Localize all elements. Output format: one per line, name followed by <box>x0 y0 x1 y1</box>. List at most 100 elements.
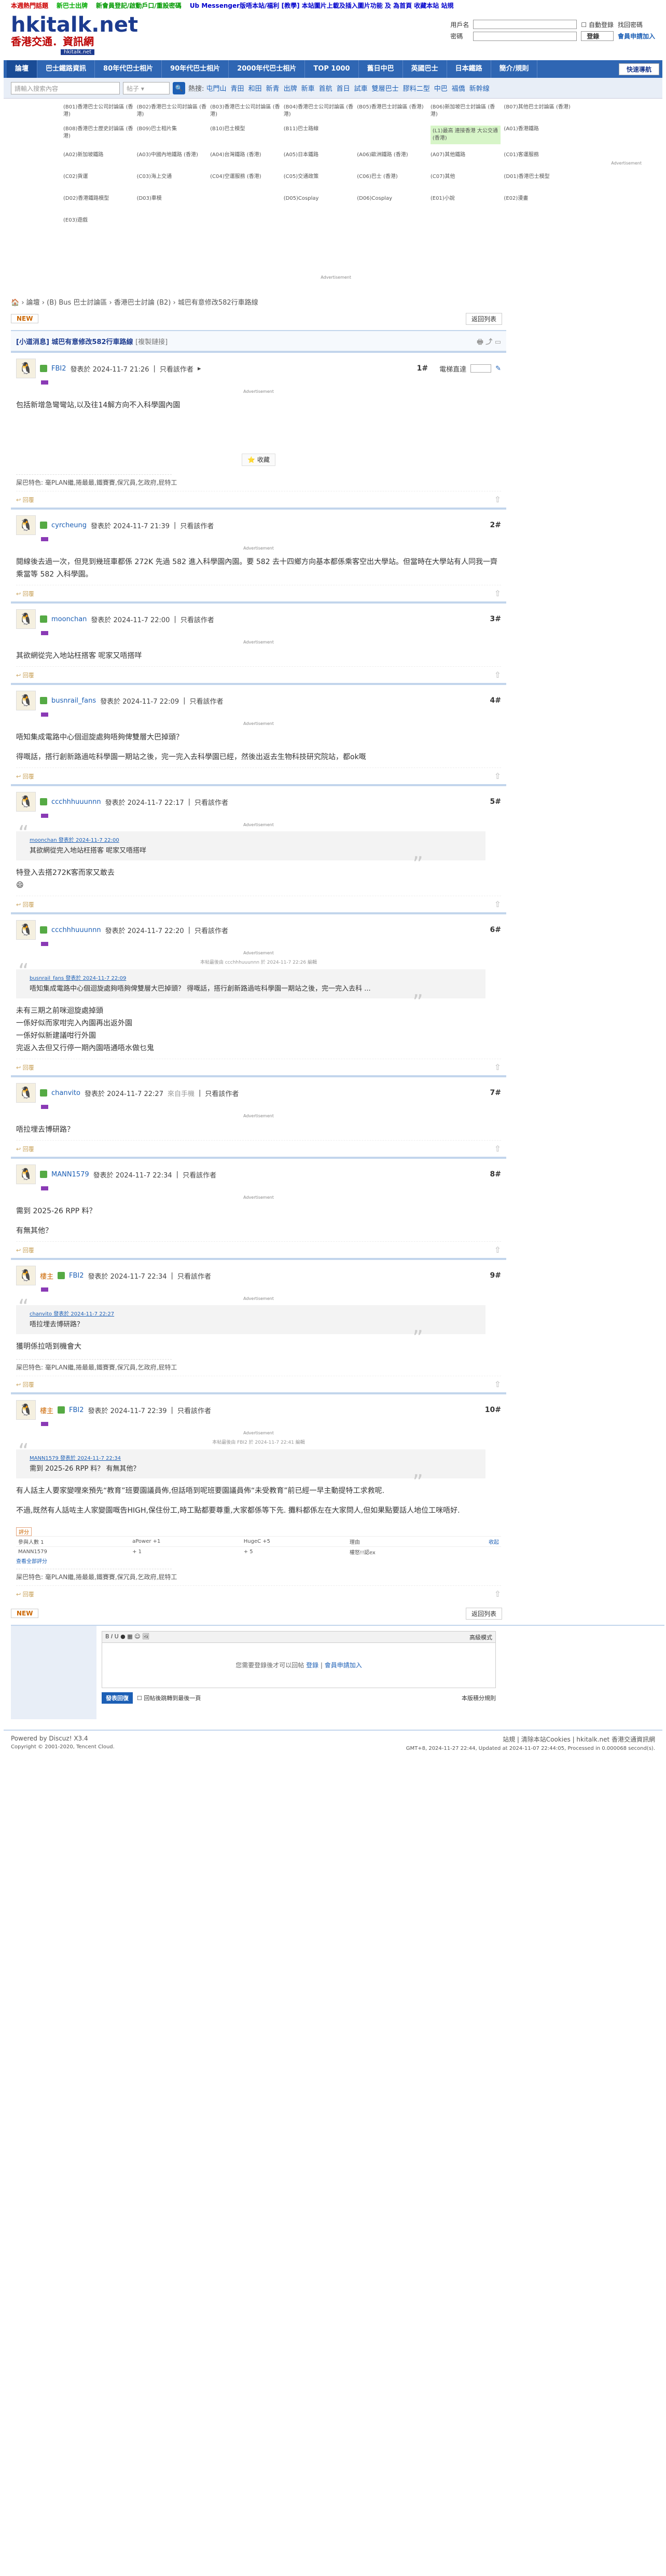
top-arrow-icon[interactable]: ⇧ <box>494 771 501 781</box>
avatar[interactable]: 🐧 <box>16 515 36 535</box>
logo[interactable]: hkitalk.net 香港交通．資訊網 hkitalk.net <box>11 15 138 55</box>
nav-2000s-photos[interactable]: 2000年代巴士相片 <box>229 60 306 78</box>
nav-bus-rail-info[interactable]: 巴士鐵路資訊 <box>37 60 95 78</box>
post-author[interactable]: moonchan <box>51 615 87 623</box>
post-number[interactable]: 4# <box>490 696 501 705</box>
only-author-link[interactable]: 只看該作者 <box>183 1170 216 1180</box>
hot-link[interactable]: 新青 <box>266 85 280 93</box>
forum-link[interactable]: (E02)漫畫 <box>504 195 574 210</box>
avatar[interactable]: 🐧 <box>16 609 36 629</box>
copy-link[interactable]: [複製鏈接] <box>135 338 168 346</box>
nav-japan-rail[interactable]: 日本鐵路 <box>447 60 491 78</box>
post-author[interactable]: cyrcheung <box>51 522 87 529</box>
post-number[interactable]: 5# <box>490 798 501 806</box>
only-author-link[interactable]: 只看該作者 <box>195 797 228 807</box>
back-to-list-button[interactable]: 返回列表 <box>465 1607 502 1620</box>
favorite-button[interactable]: ⭐ 收藏 <box>242 454 275 466</box>
forum-link[interactable]: (D02)香港鐵路模型 <box>63 195 134 210</box>
hint-login-link[interactable]: 登錄 <box>306 1662 318 1669</box>
post-number[interactable]: 8# <box>490 1170 501 1179</box>
avatar[interactable]: 🐧 <box>16 1266 36 1285</box>
more-icon[interactable]: ▸ <box>198 365 201 373</box>
hot-link[interactable]: 出牌 <box>284 85 297 93</box>
forum-link[interactable]: (E03)遊戲 <box>63 217 134 231</box>
hot-link[interactable]: 新幹線 <box>469 85 490 93</box>
hot-link[interactable]: 雙層巴士 <box>372 85 399 93</box>
forum-link[interactable]: (A02)新加坡鐵路 <box>63 152 134 166</box>
forum-link[interactable]: (D01)香港巴士模型 <box>504 173 574 188</box>
forum-link[interactable]: (D03)車模 <box>137 195 207 210</box>
top-arrow-icon[interactable]: ⇧ <box>494 1144 501 1154</box>
hot-link[interactable]: 福僑 <box>452 85 465 93</box>
floor-jump-input[interactable] <box>470 364 492 373</box>
avatar[interactable]: 🐧 <box>16 792 36 812</box>
reply-link[interactable]: ↩ 回覆 <box>16 590 34 598</box>
forum-link[interactable]: (B09)巴士相片集 <box>137 126 207 144</box>
top-arrow-icon[interactable]: ⇧ <box>494 1379 501 1389</box>
reply-link[interactable]: ↩ 回覆 <box>16 772 34 780</box>
only-author-link[interactable]: 只看該作者 <box>180 520 214 530</box>
reply-link[interactable]: ↩ 回覆 <box>16 1380 34 1389</box>
reply-editor[interactable]: B 𝐼 U ● ▦ ☺ 🖼 高級模式 您需要登錄後才可以回帖 登錄 | 會員申請加… <box>102 1631 496 1688</box>
post-author[interactable]: FBI2 <box>69 1406 84 1414</box>
hot-link[interactable]: 試車 <box>354 85 368 93</box>
forum-link[interactable]: (B11)巴士路線 <box>284 126 354 144</box>
only-author-link[interactable]: 只看該作者 <box>205 1088 239 1098</box>
submit-reply-button[interactable]: 發表回復 <box>102 1692 133 1704</box>
top-arrow-icon[interactable]: ⇧ <box>494 1589 501 1599</box>
reply-link[interactable]: ↩ 回覆 <box>16 1246 34 1254</box>
post-author[interactable]: FBI2 <box>69 1272 84 1280</box>
hot-link[interactable]: 和田 <box>248 85 262 93</box>
forum-link[interactable]: (B10)巴士模型 <box>210 126 281 144</box>
search-input[interactable]: 請輸入搜索內容 <box>11 81 120 94</box>
post-author[interactable]: ccchhhuuunnn <box>51 926 101 934</box>
top-arrow-icon[interactable]: ⇧ <box>494 588 501 598</box>
quote-meta[interactable]: moonchan 發表於 2024-11-7 22:00 <box>30 835 472 846</box>
only-author-link[interactable]: 只看該作者 <box>190 696 224 706</box>
forum-link[interactable]: (B07)其他巴士討論區 (香港) <box>504 104 574 118</box>
search-icon[interactable]: 🔍 <box>173 81 185 94</box>
post-author[interactable]: FBI2 <box>51 365 66 373</box>
nav-90s-photos[interactable]: 90年代巴士相片 <box>162 60 229 78</box>
register-link[interactable]: 會員申請加入 <box>618 32 655 40</box>
announce-new-bus[interactable]: 新巴士出牌 <box>57 1 88 10</box>
back-to-list-button[interactable]: 返回列表 <box>465 312 502 325</box>
forum-link[interactable]: (D06)Cosplay <box>357 195 427 210</box>
home-icon[interactable]: 🏠 <box>11 299 19 307</box>
quote-meta[interactable]: busnrail_fans 發表於 2024-11-7 22:09 <box>30 974 472 984</box>
reply-link[interactable]: ↩ 回覆 <box>16 900 34 909</box>
hot-link[interactable]: 膠料二型 <box>403 85 430 93</box>
advanced-mode-link[interactable]: 高級模式 <box>469 1633 492 1641</box>
crumb-forum[interactable]: 論壇 <box>26 299 40 307</box>
forum-link[interactable]: (C01)客運服務 <box>504 152 574 166</box>
username-input[interactable] <box>473 20 577 29</box>
quote-meta[interactable]: MANN1579 發表於 2024-11-7 22:34 <box>30 1454 472 1464</box>
forgot-password-link[interactable]: 找回密碼 <box>618 20 655 29</box>
password-input[interactable] <box>473 31 577 41</box>
crumb-bus[interactable]: (B) Bus 巴士討論區 <box>47 299 107 307</box>
announce-messenger[interactable]: Ub Messenger版唔本站/福利 [教學] 本站圖片上載及插入圖片功能 及… <box>190 1 454 10</box>
forum-link[interactable]: (C07)其他 <box>431 173 501 188</box>
top-arrow-icon[interactable]: ⇧ <box>494 670 501 680</box>
announce-hot[interactable]: 本週熱門話題 <box>11 1 48 10</box>
only-author-link[interactable]: 只看該作者 <box>181 614 214 624</box>
reply-link[interactable]: ↩ 回覆 <box>16 1590 34 1598</box>
forum-link[interactable]: (C05)交通政策 <box>284 173 354 188</box>
forum-link[interactable]: (B08)香港巴士歷史討論區 (香港) <box>63 126 134 144</box>
hot-link[interactable]: 屯門山 <box>206 85 227 93</box>
forum-link[interactable]: (B06)新加坡巴士討論區 (香港) <box>431 104 501 118</box>
footer-links[interactable]: 站規 | 清除本站Cookies | hkitalk.net 香港交通資訊網 <box>406 1735 655 1744</box>
nav-rules[interactable]: 簡介/規則 <box>491 60 538 78</box>
avatar[interactable]: 🐧 <box>16 1400 36 1420</box>
post-author[interactable]: busnrail_fans <box>51 697 96 705</box>
nav-forum[interactable]: 論壇 <box>7 60 38 78</box>
points-rule-link[interactable]: 本版積分規則 <box>462 1694 496 1702</box>
reply-link[interactable]: ↩ 回覆 <box>16 671 34 679</box>
post-number[interactable]: 7# <box>490 1089 501 1097</box>
top-arrow-icon[interactable]: ⇧ <box>494 1062 501 1072</box>
nav-old-cmb[interactable]: 舊日中巴 <box>359 60 403 78</box>
post-number[interactable]: 6# <box>490 926 501 934</box>
only-author-link[interactable]: 只看該作者 <box>177 1405 211 1415</box>
new-thread-button[interactable]: NEW <box>11 1609 39 1618</box>
only-author-link[interactable]: 只看該作者 <box>160 364 193 374</box>
